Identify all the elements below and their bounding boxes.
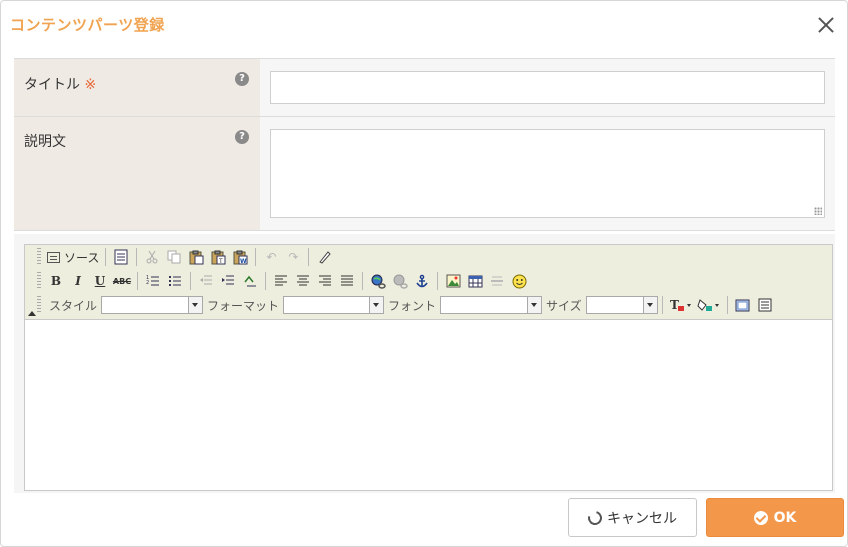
background-color-icon[interactable] <box>695 294 723 316</box>
toolbar-grip <box>37 272 41 290</box>
toolbar-separator <box>190 272 191 290</box>
maximize-icon[interactable] <box>732 294 754 316</box>
chevron-down-icon <box>642 297 657 313</box>
cut-icon[interactable] <box>141 246 163 268</box>
italic-button[interactable]: I <box>67 270 89 292</box>
toolbar-row-3: スタイル フォーマット フォント サイズ T <box>37 294 776 316</box>
content-parts-dialog: コンテンツパーツ登録 タイトル ※ ? 説明文 ? ソース T W ↶ ↷ B … <box>0 0 848 547</box>
toolbar-separator <box>726 296 728 314</box>
svg-text:T: T <box>670 298 679 312</box>
size-label: サイズ <box>546 298 582 313</box>
ok-button[interactable]: OK <box>706 498 844 537</box>
close-icon[interactable] <box>816 15 836 35</box>
template-icon[interactable] <box>110 246 132 268</box>
help-icon[interactable]: ? <box>235 130 249 144</box>
horizontal-rule-icon[interactable] <box>486 270 508 292</box>
toolbar-separator <box>105 248 107 266</box>
undo-icon <box>585 507 605 528</box>
title-input[interactable] <box>270 71 825 104</box>
title-label-text: タイトル <box>24 77 80 93</box>
undo-icon[interactable]: ↶ <box>260 246 282 268</box>
style-select[interactable] <box>101 296 204 314</box>
indent-icon[interactable] <box>217 270 239 292</box>
description-value-cell <box>260 117 835 230</box>
source-label: ソース <box>64 250 100 265</box>
font-label: フォント <box>388 298 437 313</box>
format-select[interactable] <box>283 296 385 314</box>
dialog-title: コンテンツパーツ登録 <box>10 16 165 34</box>
chevron-down-icon <box>188 297 203 313</box>
description-label: 説明文 <box>24 134 66 150</box>
text-color-icon[interactable]: T <box>667 294 695 316</box>
source-icon <box>47 251 60 263</box>
toolbar-grip <box>37 248 41 266</box>
underline-button[interactable]: U <box>89 270 111 292</box>
toolbar-separator <box>437 272 438 290</box>
copy-icon[interactable] <box>163 246 185 268</box>
paste-icon[interactable] <box>185 246 207 268</box>
style-label: スタイル <box>49 298 98 313</box>
bold-button[interactable]: B <box>45 270 67 292</box>
toolbar-collapse-icon[interactable] <box>28 311 36 316</box>
font-select[interactable] <box>440 296 543 314</box>
rich-text-editor: ソース T W ↶ ↷ B I U ABC 1 2 スタイル フォーマット フォ… <box>14 234 835 493</box>
link-icon[interactable] <box>367 270 389 292</box>
editor-frame: ソース T W ↶ ↷ B I U ABC 1 2 スタイル フォーマット フォ… <box>24 244 833 491</box>
align-justify-icon[interactable] <box>336 270 358 292</box>
numbered-list-icon[interactable]: 12 <box>142 270 164 292</box>
align-left-icon[interactable] <box>270 270 292 292</box>
align-right-icon[interactable] <box>314 270 336 292</box>
toolbar-separator <box>265 272 266 290</box>
required-mark: ※ <box>84 77 97 93</box>
format-label: フォーマット <box>207 298 280 313</box>
ok-label: OK <box>773 509 797 526</box>
anchor-icon[interactable] <box>411 270 433 292</box>
toolbar-row-2: B I U ABC 12 <box>37 270 530 292</box>
align-center-icon[interactable] <box>292 270 314 292</box>
paste-text-icon[interactable]: T <box>207 246 229 268</box>
table-icon[interactable] <box>464 270 486 292</box>
toolbar-grip <box>37 296 41 314</box>
title-label: タイトル ※ <box>24 74 96 94</box>
size-select[interactable] <box>585 296 658 314</box>
check-circle-icon <box>753 510 768 525</box>
toolbar-separator <box>255 248 257 266</box>
toolbar-separator <box>661 296 663 314</box>
editor-toolbar: ソース T W ↶ ↷ B I U ABC 1 2 スタイル フォーマット フォ… <box>25 245 832 320</box>
divider <box>14 230 835 231</box>
editor-content-area[interactable] <box>25 321 832 490</box>
source-button[interactable]: ソース <box>45 246 101 268</box>
svg-text:2: 2 <box>146 280 149 286</box>
bulleted-list-icon[interactable] <box>164 270 186 292</box>
toolbar-separator <box>137 272 138 290</box>
show-blocks-icon[interactable] <box>754 294 776 316</box>
chevron-down-icon <box>527 297 542 313</box>
help-icon[interactable]: ? <box>235 72 249 86</box>
div-container-icon[interactable] <box>239 270 261 292</box>
redo-icon[interactable]: ↷ <box>282 246 304 268</box>
toolbar-separator <box>362 272 363 290</box>
eraser-icon[interactable] <box>313 246 335 268</box>
toolbar-row-1: ソース T W ↶ ↷ <box>37 246 335 268</box>
title-label-cell: タイトル ※ ? <box>14 59 260 116</box>
toolbar-separator <box>308 248 310 266</box>
smiley-icon[interactable] <box>508 270 530 292</box>
description-label-cell: 説明文 ? <box>14 117 260 230</box>
paste-word-icon[interactable]: W <box>229 246 251 268</box>
svg-text:T: T <box>218 258 223 265</box>
svg-text:W: W <box>240 258 247 265</box>
unlink-icon[interactable] <box>389 270 411 292</box>
strike-button[interactable]: ABC <box>111 270 133 292</box>
cancel-button[interactable]: キャンセル <box>568 498 697 537</box>
chevron-down-icon <box>369 297 384 313</box>
title-value-cell <box>260 59 835 116</box>
image-icon[interactable] <box>442 270 464 292</box>
outdent-icon[interactable] <box>195 270 217 292</box>
cancel-label: キャンセル <box>607 510 677 527</box>
resize-grip[interactable] <box>814 207 822 215</box>
toolbar-separator <box>136 248 138 266</box>
description-textarea[interactable] <box>270 129 825 218</box>
